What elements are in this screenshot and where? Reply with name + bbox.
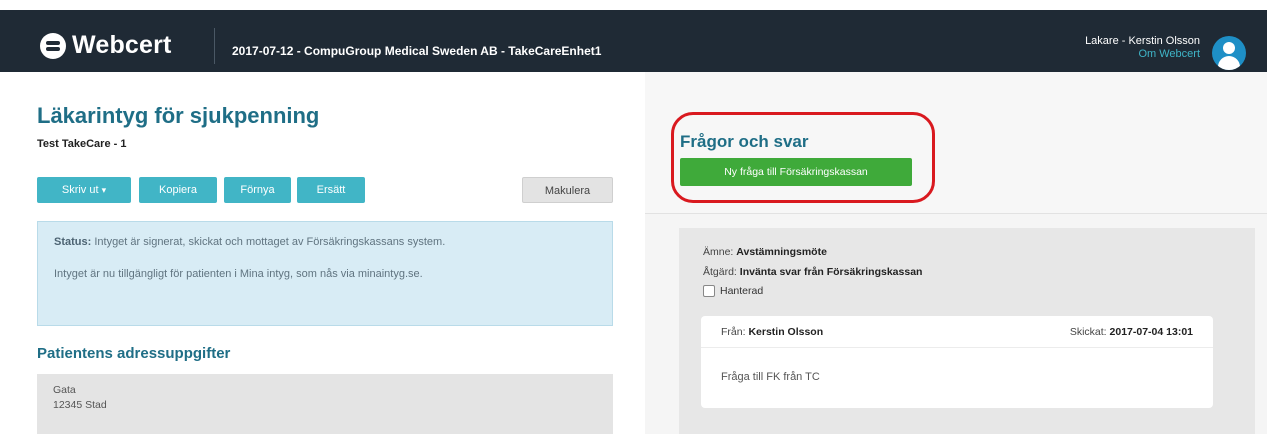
message-header: Från: Kerstin Olsson Skickat: 2017-07-04… xyxy=(701,316,1213,348)
sent-value: 2017-07-04 13:01 xyxy=(1109,326,1193,338)
qa-header: Frågor och svar Ny fråga till Försäkring… xyxy=(645,72,1267,214)
app-name: Webcert xyxy=(72,31,172,59)
red-highlight-annotation xyxy=(671,112,935,203)
user-name: Lakare - Kerstin Olsson xyxy=(1085,35,1200,47)
certificate-panel: Läkarintyg för sjukpenning Test TakeCare… xyxy=(0,72,645,434)
from-value: Kerstin Olsson xyxy=(748,326,824,338)
handled-toggle[interactable]: Hanterad xyxy=(703,285,763,297)
subject-label: Ämne: xyxy=(703,246,734,258)
address-street: Gata xyxy=(53,384,76,396)
message-from: Från: Kerstin Olsson xyxy=(721,326,823,338)
status-label: Status: xyxy=(54,236,92,248)
status-alert: Status: Intyget är signerat, skickat och… xyxy=(37,221,613,326)
address-city: 12345 Stad xyxy=(53,399,107,411)
caret-down-icon: ▾ xyxy=(101,185,107,195)
care-unit-context: 2017-07-12 - CompuGroup Medical Sweden A… xyxy=(232,44,602,58)
copy-button[interactable]: Kopiera xyxy=(139,177,217,203)
user-avatar-icon[interactable] xyxy=(1212,36,1246,70)
about-webcert-link[interactable]: Om Webcert xyxy=(1085,48,1200,61)
user-info: Lakare - Kerstin Olsson Om Webcert xyxy=(1085,35,1200,61)
header-divider xyxy=(214,28,215,64)
qa-panel: Frågor och svar Ny fråga till Försäkring… xyxy=(645,72,1267,434)
question-action: Åtgärd: Invänta svar från Försäkringskas… xyxy=(703,266,922,278)
action-value: Invänta svar från Försäkringskassan xyxy=(739,266,923,278)
availability-message: Intyget är nu tillgängligt för patienten… xyxy=(54,268,423,280)
patient-name: Test TakeCare - 1 xyxy=(37,138,127,150)
address-box: Gata 12345 Stad xyxy=(37,374,613,434)
action-label: Åtgärd: xyxy=(703,266,737,278)
renew-button[interactable]: Förnya xyxy=(224,177,291,203)
sent-label: Skickat: xyxy=(1069,326,1107,338)
subject-value: Avstämningsmöte xyxy=(736,246,827,258)
certificate-title: Läkarintyg för sjukpenning xyxy=(37,103,320,128)
message-sent: Skickat: 2017-07-04 13:01 xyxy=(1070,326,1193,338)
status-text: Status: Intyget är signerat, skickat och… xyxy=(54,234,598,250)
address-section-title: Patientens adressuppgifter xyxy=(37,345,231,362)
replace-button[interactable]: Ersätt xyxy=(297,177,365,203)
revoke-button[interactable]: Makulera xyxy=(522,177,613,203)
status-message: Intyget är signerat, skickat och mottage… xyxy=(91,236,446,248)
message-body: Fråga till FK från TC xyxy=(721,371,820,383)
handled-checkbox[interactable] xyxy=(703,285,715,297)
from-label: Från: xyxy=(721,326,746,338)
print-button-label: Skriv ut xyxy=(61,184,99,196)
question-message: Från: Kerstin Olsson Skickat: 2017-07-04… xyxy=(701,316,1213,408)
webcert-logo-icon xyxy=(40,32,66,59)
question-subject: Ämne: Avstämningsmöte xyxy=(703,246,827,258)
question-card: Ämne: Avstämningsmöte Åtgärd: Invänta sv… xyxy=(679,228,1255,434)
top-header-bar: Webcert 2017-07-12 - CompuGroup Medical … xyxy=(0,10,1267,72)
print-button[interactable]: Skriv ut ▾ xyxy=(37,177,131,203)
app-logo[interactable]: Webcert xyxy=(40,31,172,60)
handled-label: Hanterad xyxy=(720,285,764,297)
